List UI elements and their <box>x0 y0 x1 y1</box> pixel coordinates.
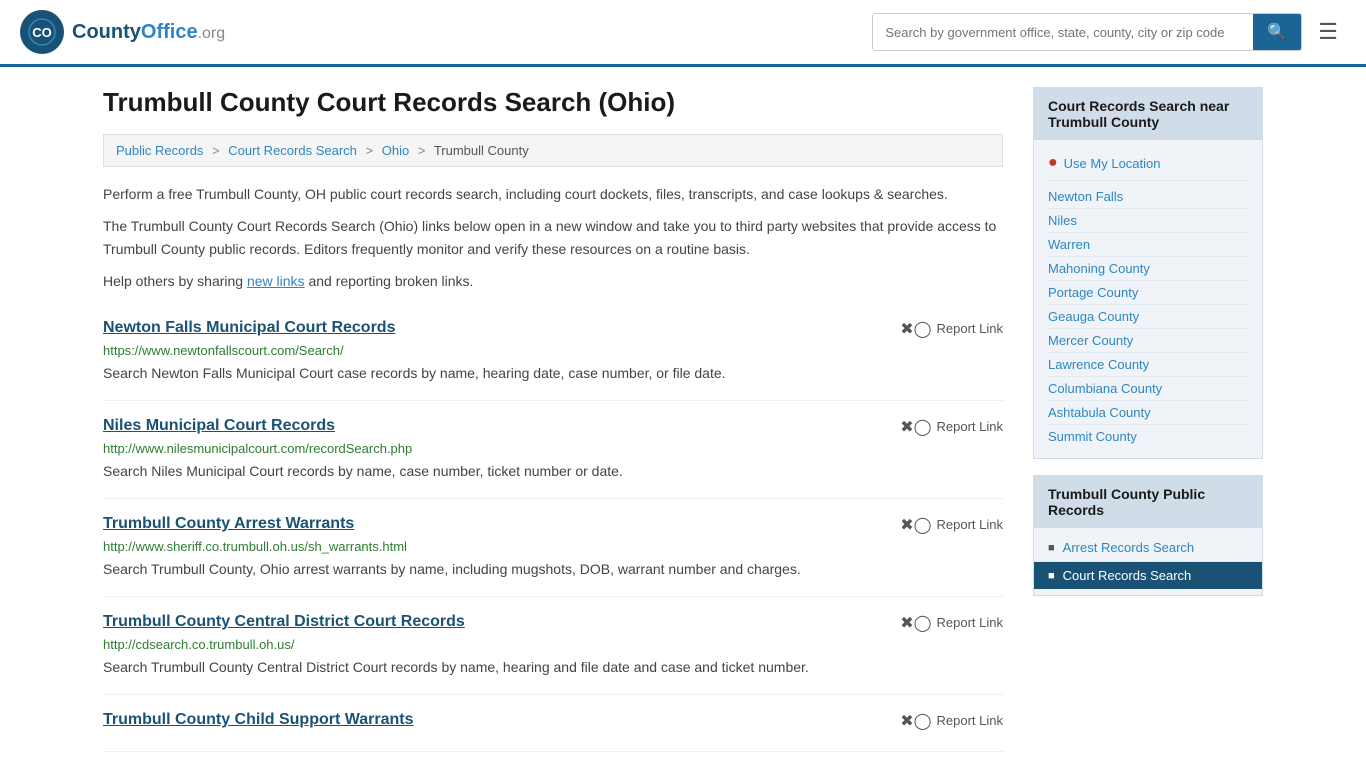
sidebar-nearby-link[interactable]: Ashtabula County <box>1048 401 1248 425</box>
sidebar-nearby-link[interactable]: Columbiana County <box>1048 377 1248 401</box>
sidebar-nearby-link[interactable]: Lawrence County <box>1048 353 1248 377</box>
public-records-links: ■ Arrest Records Search■ Court Records S… <box>1034 534 1262 589</box>
record-header: Newton Falls Municipal Court Records ✖◯ … <box>103 319 1003 339</box>
report-link[interactable]: ✖◯ Report Link <box>900 515 1003 535</box>
content-area: Trumbull County Court Records Search (Oh… <box>103 87 1003 752</box>
report-icon: ✖◯ <box>900 515 931 535</box>
sidebar-nearby-link[interactable]: Geauga County <box>1048 305 1248 329</box>
breadcrumb-sep-1: > <box>212 143 220 158</box>
record-url[interactable]: http://www.sheriff.co.trumbull.oh.us/sh_… <box>103 539 1003 554</box>
report-icon: ✖◯ <box>900 711 931 731</box>
description-3-pre: Help others by sharing <box>103 273 247 289</box>
record-desc: Search Trumbull County, Ohio arrest warr… <box>103 559 1003 580</box>
record-item: Trumbull County Child Support Warrants ✖… <box>103 695 1003 752</box>
public-records-body: ■ Arrest Records Search■ Court Records S… <box>1034 528 1262 595</box>
sidebar-nearby-link[interactable]: Summit County <box>1048 425 1248 448</box>
record-desc: Search Niles Municipal Court records by … <box>103 461 1003 482</box>
sidebar-nearby-link[interactable]: Newton Falls <box>1048 185 1248 209</box>
search-box: 🔍 <box>872 13 1302 51</box>
logo-text: CountyOffice.org <box>72 21 225 44</box>
record-header: Trumbull County Central District Court R… <box>103 613 1003 633</box>
report-icon: ✖◯ <box>900 613 931 633</box>
record-desc: Search Newton Falls Municipal Court case… <box>103 363 1003 384</box>
records-list: Newton Falls Municipal Court Records ✖◯ … <box>103 303 1003 752</box>
description-3-post: and reporting broken links. <box>305 273 474 289</box>
sidebar-nearby-link[interactable]: Mercer County <box>1048 329 1248 353</box>
report-link[interactable]: ✖◯ Report Link <box>900 613 1003 633</box>
svg-text:CO: CO <box>32 25 52 40</box>
sidebar-nearby-link[interactable]: Warren <box>1048 233 1248 257</box>
breadcrumb-court-records[interactable]: Court Records Search <box>228 143 357 158</box>
use-location[interactable]: ● Use My Location <box>1048 150 1248 181</box>
search-button[interactable]: 🔍 <box>1253 14 1301 50</box>
search-input[interactable] <box>873 14 1253 50</box>
sidebar-nearby-link[interactable]: Niles <box>1048 209 1248 233</box>
search-area: 🔍 ☰ <box>872 13 1346 51</box>
record-title[interactable]: Trumbull County Central District Court R… <box>103 613 465 631</box>
record-item: Trumbull County Arrest Warrants ✖◯ Repor… <box>103 499 1003 597</box>
nearby-links: Newton FallsNilesWarrenMahoning CountyPo… <box>1048 185 1248 448</box>
sidebar-public-records-link[interactable]: ■ Arrest Records Search <box>1034 534 1262 562</box>
record-header: Trumbull County Child Support Warrants ✖… <box>103 711 1003 731</box>
record-title[interactable]: Newton Falls Municipal Court Records <box>103 319 395 337</box>
record-title[interactable]: Trumbull County Arrest Warrants <box>103 515 354 533</box>
record-header: Niles Municipal Court Records ✖◯ Report … <box>103 417 1003 437</box>
nearby-body: ● Use My Location Newton FallsNilesWarre… <box>1034 140 1262 458</box>
link-icon: ■ <box>1048 570 1055 582</box>
record-item: Niles Municipal Court Records ✖◯ Report … <box>103 401 1003 499</box>
record-item: Newton Falls Municipal Court Records ✖◯ … <box>103 303 1003 401</box>
record-title[interactable]: Trumbull County Child Support Warrants <box>103 711 414 729</box>
sidebar-public-records-link[interactable]: ■ Court Records Search <box>1034 562 1262 589</box>
record-url[interactable]: https://www.newtonfallscourt.com/Search/ <box>103 343 1003 358</box>
report-link[interactable]: ✖◯ Report Link <box>900 417 1003 437</box>
description-1: Perform a free Trumbull County, OH publi… <box>103 183 1003 205</box>
menu-button[interactable]: ☰ <box>1310 15 1346 49</box>
description-2: The Trumbull County Court Records Search… <box>103 215 1003 260</box>
public-records-title: Trumbull County Public Records <box>1034 476 1262 528</box>
report-link[interactable]: ✖◯ Report Link <box>900 319 1003 339</box>
breadcrumb-sep-3: > <box>418 143 426 158</box>
page-title: Trumbull County Court Records Search (Oh… <box>103 87 1003 118</box>
breadcrumb-public-records[interactable]: Public Records <box>116 143 203 158</box>
new-links-link[interactable]: new links <box>247 273 305 289</box>
record-desc: Search Trumbull County Central District … <box>103 657 1003 678</box>
sidebar-nearby-link[interactable]: Mahoning County <box>1048 257 1248 281</box>
report-icon: ✖◯ <box>900 319 931 339</box>
record-title[interactable]: Niles Municipal Court Records <box>103 417 335 435</box>
breadcrumb: Public Records > Court Records Search > … <box>103 134 1003 167</box>
logo-area: CO CountyOffice.org <box>20 10 225 54</box>
main-container: Trumbull County Court Records Search (Oh… <box>83 67 1283 772</box>
breadcrumb-sep-2: > <box>366 143 374 158</box>
use-location-label: Use My Location <box>1064 156 1161 171</box>
report-link[interactable]: ✖◯ Report Link <box>900 711 1003 731</box>
header: CO CountyOffice.org 🔍 ☰ <box>0 0 1366 67</box>
link-icon: ■ <box>1048 542 1055 554</box>
sidebar-nearby-link[interactable]: Portage County <box>1048 281 1248 305</box>
public-records-section: Trumbull County Public Records ■ Arrest … <box>1033 475 1263 596</box>
description-3: Help others by sharing new links and rep… <box>103 270 1003 292</box>
logo-icon: CO <box>20 10 64 54</box>
record-header: Trumbull County Arrest Warrants ✖◯ Repor… <box>103 515 1003 535</box>
record-url[interactable]: http://www.nilesmunicipalcourt.com/recor… <box>103 441 1003 456</box>
breadcrumb-current: Trumbull County <box>434 143 529 158</box>
record-item: Trumbull County Central District Court R… <box>103 597 1003 695</box>
sidebar: Court Records Search near Trumbull Count… <box>1033 87 1263 752</box>
record-url[interactable]: http://cdsearch.co.trumbull.oh.us/ <box>103 637 1003 652</box>
nearby-section: Court Records Search near Trumbull Count… <box>1033 87 1263 459</box>
report-icon: ✖◯ <box>900 417 931 437</box>
location-icon: ● <box>1048 154 1058 172</box>
nearby-title: Court Records Search near Trumbull Count… <box>1034 88 1262 140</box>
breadcrumb-ohio[interactable]: Ohio <box>382 143 409 158</box>
